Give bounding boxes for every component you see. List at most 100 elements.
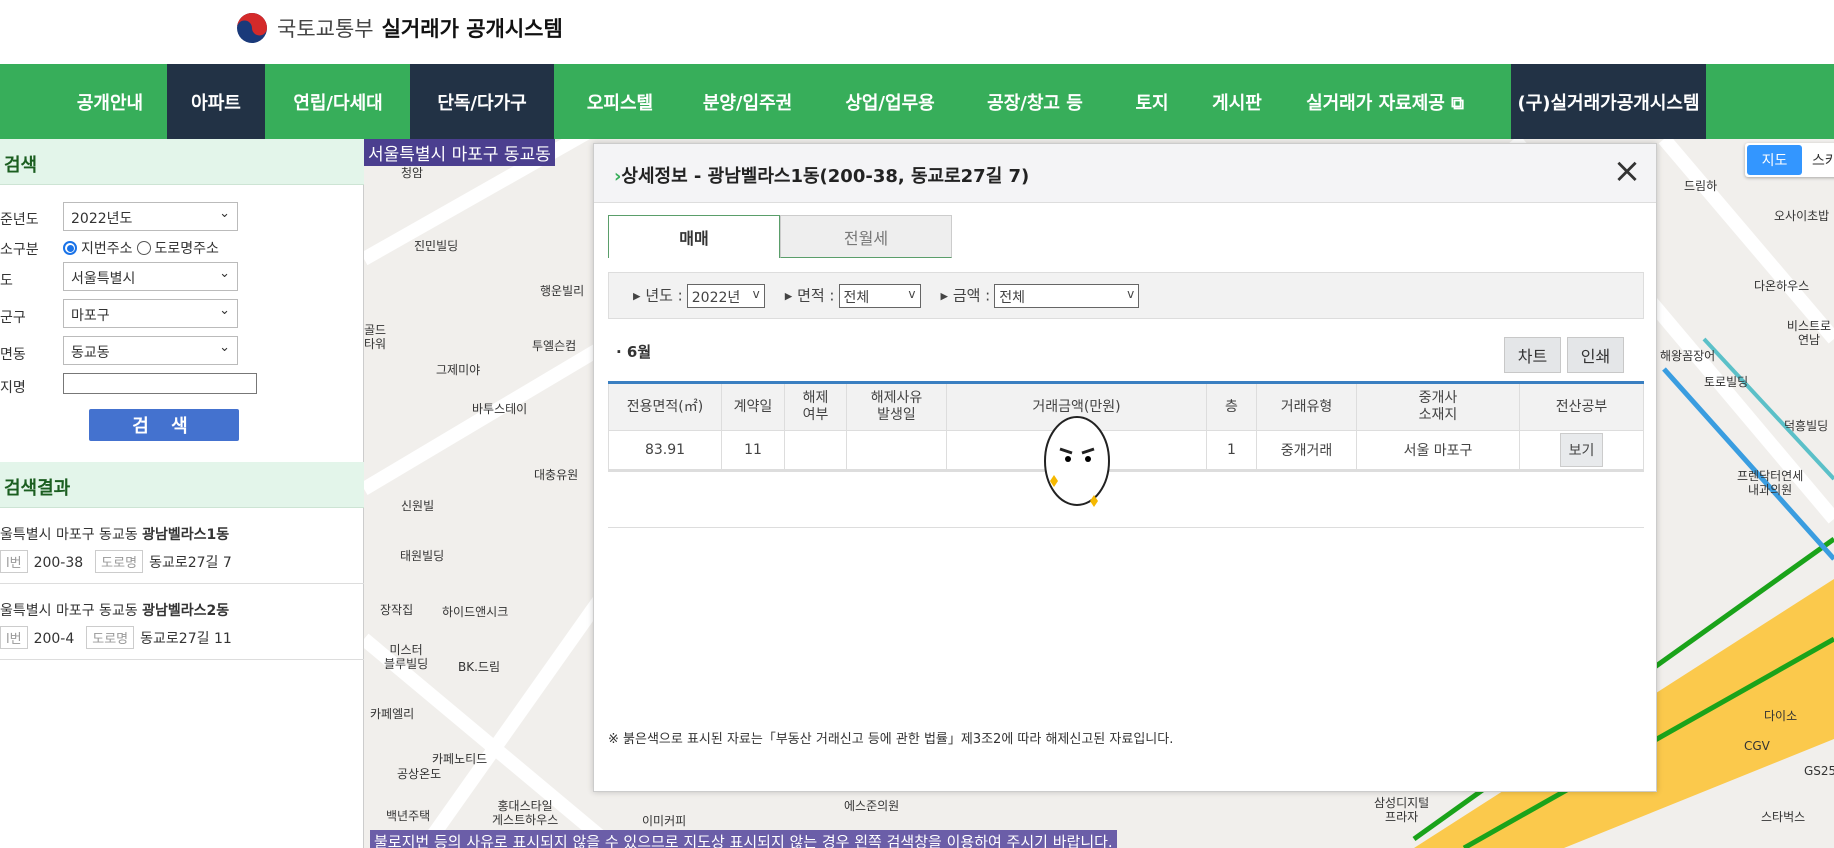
address-type-radios: 지번주소 도로명주소	[63, 238, 219, 258]
poi: 오사이초밥	[1774, 209, 1830, 223]
poi: 에스준의원	[844, 799, 900, 813]
chevron-down-icon: ⌄	[219, 206, 230, 221]
poi: 행운빌리	[540, 284, 585, 298]
price-filter-select[interactable]: 전체 v	[994, 283, 1140, 308]
modal-header: ›상세정보 - 광남벨라스1동(200-38, 동교로27길 7) ×	[594, 144, 1656, 203]
nav-old-system[interactable]: (구)실거래가공개시스템	[1511, 64, 1706, 139]
results-heading: 검색결과	[0, 462, 364, 508]
nav-data-provision[interactable]: 실거래가 자료제공 ⧉	[1300, 64, 1470, 139]
poi: 투엘슨컴	[532, 339, 577, 353]
sticker-character-icon	[1044, 416, 1110, 507]
table-header: 전용면적(㎡) 계약일 해제 여부 해제사유 발생일 거래금액(만원) 층 거래…	[608, 382, 1644, 431]
poi: 다온하우스	[1754, 279, 1810, 293]
chevron-down-icon: ⌄	[219, 303, 230, 318]
col-cancel-date: 해제사유 발생일	[846, 382, 947, 431]
result-item[interactable]: 울특별시 마포구 동교동 광남벨라스1동 l번 200-38 도로명 동교로27길 7	[0, 508, 364, 584]
sigungu-select[interactable]: 마포구 ⌄	[63, 299, 238, 328]
poi: 카페노티드	[432, 752, 488, 766]
col-broker: 중개사 소재지	[1356, 382, 1520, 431]
year-filter-label: 년도 :	[645, 286, 683, 304]
map-type-skyview[interactable]: 스카	[1812, 150, 1834, 170]
year-filter: ▸ 년도 :2022년 v	[633, 283, 765, 308]
poi: 장작집	[380, 603, 414, 617]
nav-board[interactable]: 게시판	[1197, 64, 1277, 139]
poi: 프렌닥터연세 내과의원	[1737, 469, 1804, 498]
search-button[interactable]: 검 색	[89, 409, 239, 441]
nav-commercial[interactable]: 상업/업무용	[825, 64, 955, 139]
divider	[608, 527, 1644, 528]
col-day: 계약일	[721, 382, 785, 431]
poi: 하이드앤시크	[442, 605, 509, 619]
area-filter-value: 전체	[843, 289, 870, 306]
nav-apartment[interactable]: 아파트	[167, 64, 265, 139]
table-row: 83.91 11 1 중개거래 서울 마포구 보기	[608, 430, 1644, 472]
system-name: 실거래가 공개시스템	[381, 17, 563, 41]
cell-type: 중개거래	[1256, 430, 1357, 472]
map-type-toggle: 지도 스카	[1745, 143, 1834, 177]
price-filter-value: 전체	[999, 289, 1026, 306]
area-filter-select[interactable]: 전체 v	[838, 283, 921, 308]
filter-bar: ▸ 년도 :2022년 v ▸ 면적 : 전체 v ▸ 금액 : 전체 v	[608, 272, 1644, 319]
taegeuk-logo-icon	[237, 13, 267, 43]
chart-button[interactable]: 차트	[1504, 337, 1561, 373]
cell-doc: 보기	[1519, 430, 1644, 472]
poi: 삼성디지털 프라자	[1374, 796, 1430, 825]
area-filter-label: 면적 :	[797, 286, 835, 304]
poi: 공상온도	[397, 767, 442, 781]
print-button[interactable]: 인쇄	[1567, 337, 1624, 373]
address-type-label: 소구분	[0, 242, 39, 258]
cell-cancel	[784, 430, 847, 472]
road-tag: 도로명	[86, 626, 135, 649]
nav-row-house[interactable]: 연립/다세대	[272, 64, 404, 139]
nav-presale[interactable]: 분양/입주권	[685, 64, 810, 139]
sigungu-value: 마포구	[71, 308, 110, 324]
year-value: 2022년도	[71, 211, 133, 227]
dong-value: 동교동	[71, 345, 110, 361]
nav-public-info[interactable]: 공개안내	[60, 64, 160, 139]
area-filter: ▸ 면적 : 전체 v	[785, 283, 921, 308]
month-heading: · 6월	[616, 343, 652, 361]
poi: CGV	[1744, 739, 1770, 753]
poi: 미스터 블루빌딩	[384, 643, 429, 672]
modal-title-text: 상세정보 - 광남벨라스1동(200-38, 동교로27길 7)	[621, 166, 1030, 187]
year-label: 준년도	[0, 212, 39, 228]
cell-day: 11	[721, 430, 785, 472]
view-doc-button[interactable]: 보기	[1559, 433, 1604, 467]
poi: 다이소	[1764, 709, 1798, 723]
complex-name-input[interactable]	[63, 373, 257, 394]
poi: 대충유원	[534, 468, 579, 482]
tab-rent[interactable]: 전월세	[780, 215, 952, 258]
tab-sale[interactable]: 매매	[608, 215, 780, 258]
poi: 백년주택	[386, 809, 431, 823]
year-select[interactable]: 2022년도 ⌄	[63, 202, 238, 231]
year-filter-select[interactable]: 2022년 v	[686, 283, 765, 308]
nav-detached-house[interactable]: 단독/다가구	[410, 64, 554, 139]
close-icon[interactable]: ×	[1610, 154, 1644, 190]
poi: 덕흥빌딩	[1784, 419, 1829, 433]
main-nav: 공개안내 아파트 연립/다세대 단독/다가구 오피스텔 분양/입주권 상업/업무…	[0, 64, 1834, 139]
map-type-map[interactable]: 지도	[1747, 145, 1802, 175]
map-notice: 불로지번 등의 사유로 표시되지 않을 수 있으므로 지도상 표시되지 않는 경…	[370, 830, 1117, 848]
jibun-tag: l번	[0, 626, 28, 649]
sigungu-label: 군구	[0, 310, 26, 326]
radio-road[interactable]	[136, 241, 151, 255]
sido-select[interactable]: 서울특별시 ⌄	[63, 262, 238, 291]
nav-factory[interactable]: 공장/창고 등	[970, 64, 1100, 139]
radio-jibun[interactable]	[63, 241, 77, 255]
jibun-tag: l번	[0, 550, 28, 573]
dong-select[interactable]: 동교동 ⌄	[63, 336, 238, 365]
result-item[interactable]: 울특별시 마포구 동교동 광남벨라스2동 l번 200-4 도로명 동교로27길 11	[0, 584, 364, 660]
poi: 홍대스타일 게스트하우스	[492, 799, 559, 828]
poi: 스타벅스	[1761, 810, 1806, 824]
result-address: 울특별시 마포구 동교동	[0, 527, 143, 543]
nav-land[interactable]: 토지	[1117, 64, 1187, 139]
cell-area: 83.91	[608, 430, 722, 472]
poi: 태원빌딩	[400, 549, 445, 563]
detail-modal: ›상세정보 - 광남벨라스1동(200-38, 동교로27길 7) × 매매 전…	[593, 143, 1657, 792]
poi: 청암	[401, 166, 424, 180]
site-logo[interactable]: 국토교통부 실거래가 공개시스템	[235, 8, 563, 48]
dong-label: 면동	[0, 347, 26, 363]
nav-officetel[interactable]: 오피스텔	[565, 64, 675, 139]
result-address: 울특별시 마포구 동교동	[0, 603, 143, 619]
poi: BK.드림	[458, 660, 500, 674]
